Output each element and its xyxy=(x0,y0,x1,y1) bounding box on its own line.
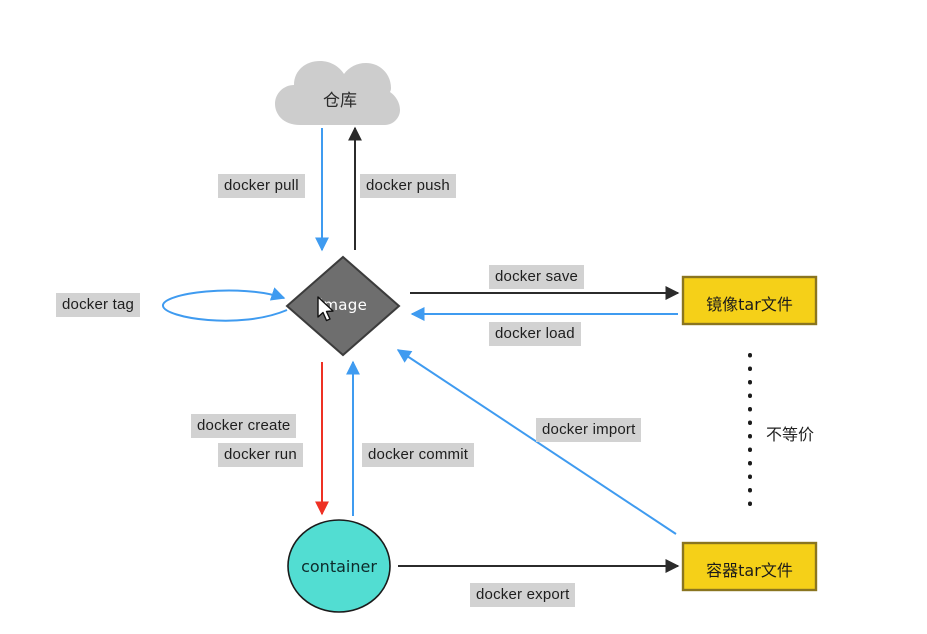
edge-label-docker-tag: docker tag xyxy=(56,293,141,317)
edge-label-docker-save: docker save xyxy=(489,265,585,289)
edge-docker-tag xyxy=(162,287,288,322)
node-registry-label: 仓库 xyxy=(323,91,357,111)
node-container-tar-label: 容器tar文件 xyxy=(706,561,793,580)
diagram-graphics xyxy=(162,61,818,613)
edge-label-docker-pull: docker pull xyxy=(218,174,305,198)
diagram-canvas: 仓库 image container 镜像tar文件 容器tar文件 docke… xyxy=(0,0,927,634)
edge-label-docker-export: docker export xyxy=(470,583,576,607)
node-container-label: container xyxy=(301,557,377,576)
edge-docker-import xyxy=(396,349,677,535)
edge-label-docker-create: docker create xyxy=(191,414,297,438)
edge-label-docker-commit: docker commit xyxy=(362,443,475,467)
edge-label-docker-run: docker run xyxy=(218,443,303,467)
node-image-label: image xyxy=(318,296,368,314)
edge-label-docker-load: docker load xyxy=(489,322,581,346)
edge-label-docker-push: docker push xyxy=(360,174,456,198)
edge-label-docker-import: docker import xyxy=(536,418,642,442)
annotation-not-equivalent: 不等价 xyxy=(766,425,815,444)
node-image-tar-label: 镜像tar文件 xyxy=(706,295,793,314)
